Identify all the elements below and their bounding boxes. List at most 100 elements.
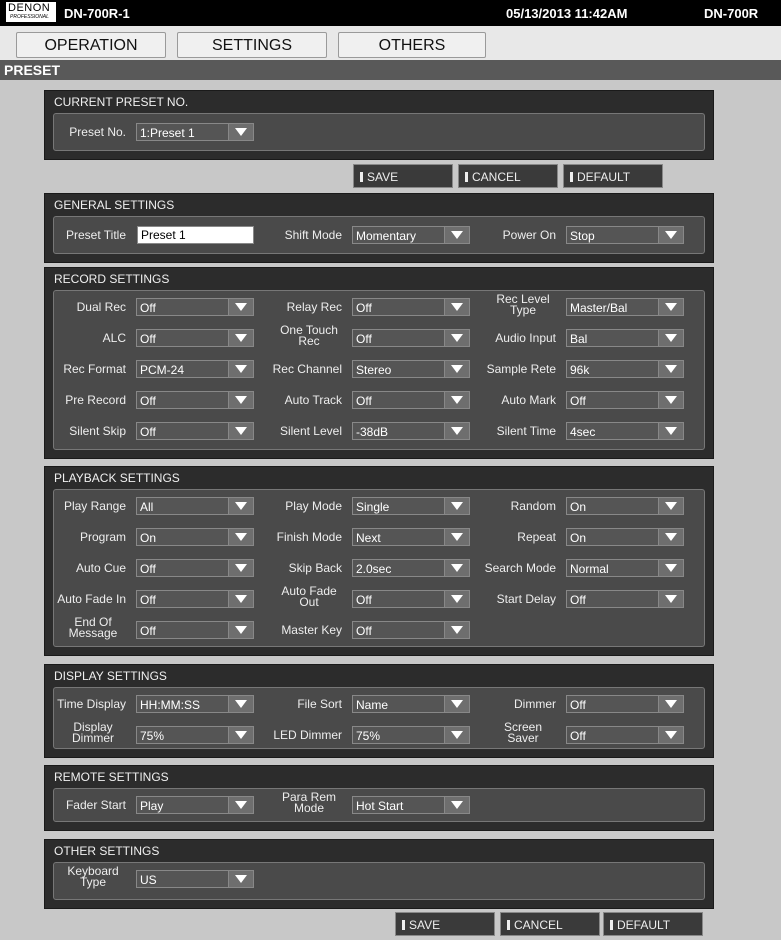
cancel-button-bottom[interactable]: CANCEL	[500, 912, 600, 936]
default-button[interactable]: DEFAULT	[563, 164, 663, 188]
auto-fade-in-select[interactable]: Off	[136, 590, 254, 608]
rec-channel-select[interactable]: Stereo	[352, 360, 470, 378]
play-range-select[interactable]: All	[136, 497, 254, 515]
relay-rec-select[interactable]: Off	[352, 298, 470, 316]
current-preset-inner: Preset No. 1:Preset 1	[53, 113, 705, 151]
chevron-down-icon[interactable]	[658, 299, 683, 315]
chevron-down-icon[interactable]	[228, 696, 253, 712]
chevron-down-icon[interactable]	[228, 529, 253, 545]
select-value: 75%	[140, 729, 165, 743]
silent-skip-select[interactable]: Off	[136, 422, 254, 440]
screen-saver-select[interactable]: Off	[566, 726, 684, 744]
logo-sub-text: PROFESSIONAL	[10, 14, 49, 20]
chevron-down-icon[interactable]	[444, 330, 469, 346]
cancel-button[interactable]: CANCEL	[458, 164, 558, 188]
chevron-down-icon[interactable]	[444, 423, 469, 439]
skip-back-select[interactable]: 2.0sec	[352, 559, 470, 577]
chevron-down-icon[interactable]	[658, 529, 683, 545]
repeat-select[interactable]: On	[566, 528, 684, 546]
start-delay-select[interactable]: Off	[566, 590, 684, 608]
chevron-down-icon[interactable]	[658, 591, 683, 607]
shift-mode-select[interactable]: Momentary	[352, 226, 470, 244]
para-rem-mode-select[interactable]: Hot Start	[352, 796, 470, 814]
random-select[interactable]: On	[566, 497, 684, 515]
led-dimmer-select[interactable]: 75%	[352, 726, 470, 744]
chevron-down-icon[interactable]	[444, 299, 469, 315]
rec-format-select[interactable]: PCM-24	[136, 360, 254, 378]
chevron-down-icon[interactable]	[444, 696, 469, 712]
rec-level-type-select[interactable]: Master/Bal	[566, 298, 684, 316]
default-button-bottom[interactable]: DEFAULT	[603, 912, 703, 936]
chevron-down-icon[interactable]	[444, 361, 469, 377]
keyboard-type-select[interactable]: US	[136, 870, 254, 888]
chevron-down-icon[interactable]	[228, 361, 253, 377]
save-button[interactable]: SAVE	[353, 164, 453, 188]
auto-mark-select[interactable]: Off	[566, 391, 684, 409]
chevron-down-icon[interactable]	[228, 871, 253, 887]
chevron-down-icon[interactable]	[228, 330, 253, 346]
chevron-down-icon[interactable]	[444, 498, 469, 514]
chevron-down-icon[interactable]	[658, 392, 683, 408]
chevron-down-icon[interactable]	[658, 727, 683, 743]
master-key-select[interactable]: Off	[352, 621, 470, 639]
chevron-down-icon[interactable]	[228, 622, 253, 638]
time-display-select[interactable]: HH:MM:SS	[136, 695, 254, 713]
end-of-message-select[interactable]: Off	[136, 621, 254, 639]
pre-record-select[interactable]: Off	[136, 391, 254, 409]
save-button-bottom[interactable]: SAVE	[395, 912, 495, 936]
alc-select[interactable]: Off	[136, 329, 254, 347]
auto-track-select[interactable]: Off	[352, 391, 470, 409]
preset-no-select[interactable]: 1:Preset 1	[136, 123, 254, 141]
one-touch-rec-select[interactable]: Off	[352, 329, 470, 347]
chevron-down-icon[interactable]	[658, 696, 683, 712]
chevron-down-icon[interactable]	[228, 797, 253, 813]
search-mode-select[interactable]: Normal	[566, 559, 684, 577]
chevron-down-icon[interactable]	[228, 423, 253, 439]
file-sort-select[interactable]: Name	[352, 695, 470, 713]
dual-rec-select[interactable]: Off	[136, 298, 254, 316]
chevron-down-icon[interactable]	[228, 560, 253, 576]
select-value: Stereo	[356, 363, 392, 377]
chevron-down-icon[interactable]	[444, 622, 469, 638]
tab-settings[interactable]: SETTINGS	[177, 32, 327, 58]
display-dimmer-select[interactable]: 75%	[136, 726, 254, 744]
silent-level-select[interactable]: -38dB	[352, 422, 470, 440]
chevron-down-icon[interactable]	[228, 498, 253, 514]
tab-operation[interactable]: OPERATION	[16, 32, 166, 58]
chevron-down-icon[interactable]	[444, 591, 469, 607]
chevron-down-icon[interactable]	[228, 299, 253, 315]
chevron-down-icon[interactable]	[658, 498, 683, 514]
silent-time-select[interactable]: 4sec	[566, 422, 684, 440]
auto-cue-select[interactable]: Off	[136, 559, 254, 577]
dimmer-select[interactable]: Off	[566, 695, 684, 713]
chevron-down-icon[interactable]	[444, 797, 469, 813]
select-value: Stop	[570, 229, 595, 243]
chevron-down-icon[interactable]	[228, 124, 253, 140]
chevron-down-icon[interactable]	[658, 227, 683, 243]
chevron-down-icon[interactable]	[444, 560, 469, 576]
preset-title-input[interactable]: Preset 1	[137, 226, 254, 244]
chevron-down-icon[interactable]	[228, 591, 253, 607]
sample-rete-select[interactable]: 96k	[566, 360, 684, 378]
chevron-down-icon[interactable]	[444, 392, 469, 408]
chevron-down-icon[interactable]	[444, 727, 469, 743]
finish-mode-select[interactable]: Next	[352, 528, 470, 546]
audio-input-select[interactable]: Bal	[566, 329, 684, 347]
program-select[interactable]: On	[136, 528, 254, 546]
chevron-down-icon[interactable]	[658, 423, 683, 439]
fader-start-select[interactable]: Play	[136, 796, 254, 814]
chevron-down-icon[interactable]	[658, 560, 683, 576]
auto-fade-out-select[interactable]: Off	[352, 590, 470, 608]
chevron-down-icon[interactable]	[658, 361, 683, 377]
power-on-select[interactable]: Stop	[566, 226, 684, 244]
chevron-down-icon[interactable]	[444, 529, 469, 545]
chevron-down-icon[interactable]	[444, 227, 469, 243]
tab-others[interactable]: OTHERS	[338, 32, 486, 58]
chevron-down-icon[interactable]	[228, 392, 253, 408]
select-value: US	[140, 873, 157, 887]
chevron-down-icon[interactable]	[658, 330, 683, 346]
play-mode-select[interactable]: Single	[352, 497, 470, 515]
program-label: Program	[79, 530, 126, 544]
shift-mode-label: Shift Mode	[284, 228, 342, 242]
chevron-down-icon[interactable]	[228, 727, 253, 743]
